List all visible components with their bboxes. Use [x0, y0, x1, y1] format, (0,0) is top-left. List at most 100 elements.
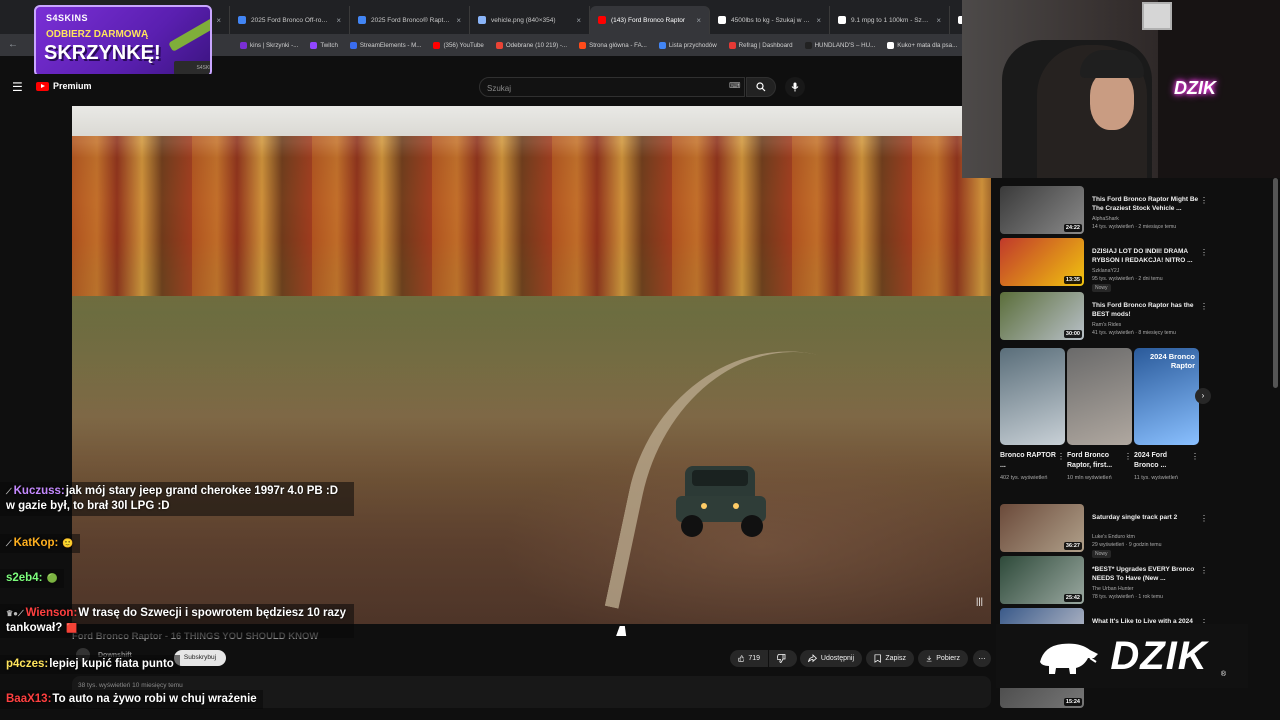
video-thumbnail[interactable]: 36:27: [1000, 504, 1084, 552]
browser-tab[interactable]: (143) Ford Bronco Raptor ×: [590, 6, 710, 34]
chat-username[interactable]: Kuczuss: [14, 485, 61, 497]
bookmark-favicon-icon: [310, 41, 318, 49]
hamburger-menu-icon[interactable]: ☰: [12, 80, 23, 94]
channel-name[interactable]: Luke's Enduro ktm: [1092, 534, 1135, 540]
keyboard-icon[interactable]: ⌨: [729, 81, 741, 90]
chat-username[interactable]: BaaX13: [6, 693, 48, 705]
registered-mark: ®: [1220, 671, 1226, 678]
sidebar-scrollbar[interactable]: [1273, 178, 1278, 388]
recommended-video[interactable]: 13:35 DZISIAJ LOT DO INDII! DRAMA RYBSON …: [1000, 238, 1210, 292]
tab-close-icon[interactable]: ×: [936, 16, 941, 25]
bookmark-label: Kuko+ mata dla psa...: [897, 41, 958, 49]
captions-icon[interactable]: |||: [976, 596, 983, 606]
youtube-logo[interactable]: Premium: [36, 81, 92, 91]
like-button[interactable]: 719: [730, 650, 768, 667]
browser-tab[interactable]: 2025 Ford Bronco® Raptor® ×: [350, 6, 470, 34]
short-overlay-text: 2024 Bronco Raptor: [1149, 352, 1195, 370]
thumbs-down-icon: [777, 654, 786, 663]
tab-title: 2025 Ford Bronco® Raptor®: [371, 16, 452, 24]
chat-username[interactable]: KatKop: [14, 537, 55, 549]
tab-favicon-icon: [718, 16, 726, 24]
kebab-menu-icon[interactable]: ⋮: [1200, 514, 1208, 523]
browser-tab[interactable]: 4500lbs to kg - Szukaj w Goog ×: [710, 6, 830, 34]
video-thumbnail[interactable]: 30:00: [1000, 292, 1084, 340]
dislike-button[interactable]: [769, 650, 797, 667]
share-button[interactable]: Udostępnij: [800, 650, 862, 667]
channel-name[interactable]: SzklanaY2J: [1092, 268, 1119, 274]
chat-username[interactable]: Wienson: [26, 607, 74, 619]
browser-tab[interactable]: 2025 Ford Bronco Off-roading ×: [230, 6, 350, 34]
bookmark-item[interactable]: Refrag | Dashboard: [728, 41, 793, 49]
promo-banner[interactable]: S4SKINS ODBIERZ DARMOWĄ SKRZYNKĘ! S4SKIN…: [34, 5, 212, 77]
thumbs-up-icon: [738, 655, 745, 662]
short-title[interactable]: Bronco RAPTOR ...: [1000, 451, 1056, 471]
channel-name[interactable]: Ram's Rides: [1092, 322, 1121, 328]
tab-close-icon[interactable]: ×: [216, 16, 221, 25]
bookmark-item[interactable]: Odebrane (10 219) -...: [495, 41, 567, 49]
browser-tab[interactable]: vehicle.png (840×354) ×: [470, 6, 590, 34]
video-title[interactable]: Saturday single track part 2: [1092, 513, 1204, 522]
bookmark-icon: [874, 654, 881, 663]
short-thumbnail[interactable]: [1067, 348, 1132, 445]
tab-close-icon[interactable]: ×: [576, 16, 581, 25]
short-title[interactable]: Ford Bronco Raptor, first...: [1067, 451, 1123, 471]
tab-close-icon[interactable]: ×: [336, 16, 341, 25]
share-icon: [808, 654, 817, 663]
browser-tab[interactable]: 9.1 mpg to 1 100km - Szukaj w ×: [830, 6, 950, 34]
download-label: Pobierz: [936, 655, 960, 662]
search-button[interactable]: [746, 77, 776, 97]
bookmark-item[interactable]: kins | Skrzynki -...: [240, 41, 298, 49]
channel-name[interactable]: AlphaShark: [1092, 216, 1119, 222]
bookmark-item[interactable]: StreamElements - M...: [349, 41, 421, 49]
video-thumbnail[interactable]: 13:35: [1000, 238, 1084, 286]
bookmark-label: (356) YouTube: [443, 41, 484, 49]
kebab-menu-icon[interactable]: ⋮: [1200, 196, 1208, 205]
download-button[interactable]: Pobierz: [918, 650, 968, 667]
kebab-menu-icon[interactable]: ⋮: [1200, 566, 1208, 575]
streamer-webcam: DZIK: [962, 0, 1280, 178]
bookmark-item[interactable]: HUNDLAND'S – HU...: [804, 41, 875, 49]
save-button[interactable]: Zapisz: [866, 650, 914, 667]
video-title[interactable]: *BEST* Upgrades EVERY Bronco NEEDS To Ha…: [1092, 565, 1204, 583]
video-thumbnail[interactable]: 25:42: [1000, 556, 1084, 604]
tab-close-icon[interactable]: ×: [816, 16, 821, 25]
video-title[interactable]: This Ford Bronco Raptor has the BEST mod…: [1092, 301, 1204, 319]
kebab-menu-icon[interactable]: ⋮: [1124, 452, 1132, 461]
recommended-video[interactable]: 30:00 This Ford Bronco Raptor has the BES…: [1000, 292, 1210, 342]
voice-search-button[interactable]: [785, 77, 805, 97]
recommended-video[interactable]: 36:27 Saturday single track part 2 Luke's …: [1000, 504, 1210, 558]
bookmark-item[interactable]: Lista przychodów: [658, 41, 717, 49]
duration-badge: 24:22: [1063, 224, 1082, 232]
more-actions-button[interactable]: ⋯: [973, 650, 991, 667]
short-thumbnail[interactable]: 2024 Bronco Raptor: [1134, 348, 1199, 445]
back-arrow-icon[interactable]: ←: [8, 39, 18, 50]
bookmark-item[interactable]: Kuko+ mata dla psa...: [887, 41, 958, 49]
bookmark-item[interactable]: (356) YouTube: [433, 41, 484, 49]
chat-username[interactable]: s2eb4: [6, 572, 39, 584]
kebab-menu-icon[interactable]: ⋮: [1200, 302, 1208, 311]
video-title[interactable]: This Ford Bronco Raptor Might Be The Cra…: [1092, 195, 1204, 213]
recommended-video[interactable]: 24:22 This Ford Bronco Raptor Might Be Th…: [1000, 186, 1210, 236]
tab-title: 9.1 mpg to 1 100km - Szukaj w: [851, 16, 932, 24]
short-title[interactable]: 2024 Ford Bronco ...: [1134, 451, 1190, 471]
shorts-next-button[interactable]: ›: [1195, 388, 1211, 404]
dzik-logo-text: DZIK: [1110, 633, 1208, 678]
kebab-menu-icon[interactable]: ⋮: [1057, 452, 1065, 461]
tab-close-icon[interactable]: ×: [696, 16, 701, 25]
video-title[interactable]: DZISIAJ LOT DO INDII! DRAMA RYBSON I RED…: [1092, 247, 1204, 265]
channel-name[interactable]: The Urban Hunter: [1092, 586, 1134, 592]
tab-close-icon[interactable]: ×: [456, 16, 461, 25]
video-thumbnail[interactable]: 24:22: [1000, 186, 1084, 234]
chat-username[interactable]: p4czes: [6, 658, 44, 670]
kebab-menu-icon[interactable]: ⋮: [1191, 452, 1199, 461]
short-thumbnail[interactable]: [1000, 348, 1065, 445]
bookmark-item[interactable]: Strona główna - FA...: [579, 41, 647, 49]
kebab-menu-icon[interactable]: ⋮: [1200, 248, 1208, 257]
more-icon: ⋯: [978, 655, 986, 663]
subscribe-button[interactable]: Subskrybuj: [174, 650, 226, 666]
search-input[interactable]: [480, 79, 744, 98]
bookmark-item[interactable]: Twitch: [310, 41, 338, 49]
tab-title: 4500lbs to kg - Szukaj w Goog: [731, 16, 812, 24]
recommended-video[interactable]: 25:42 *BEST* Upgrades EVERY Bronco NEEDS …: [1000, 556, 1210, 606]
video-player[interactable]: |||: [72, 106, 991, 624]
